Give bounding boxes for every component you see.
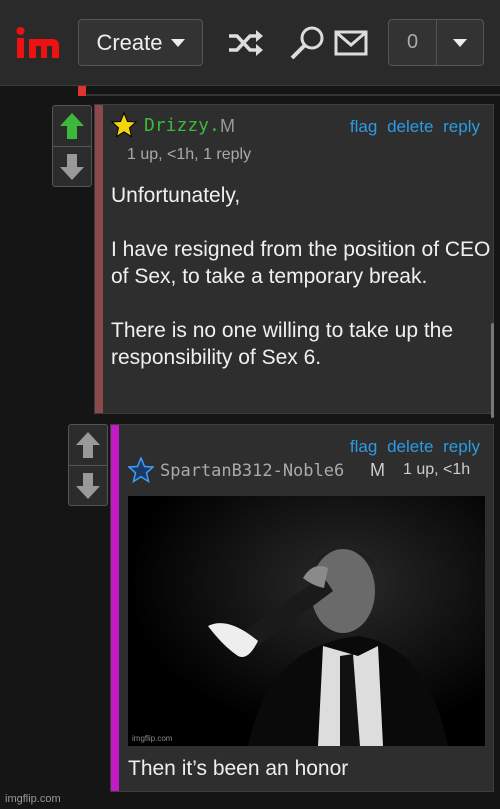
user-gender: M (220, 116, 235, 136)
reply-link[interactable]: reply (443, 437, 480, 456)
comment-meta: 1 up, <1h, 1 reply (127, 146, 252, 163)
comment-paragraph: There is no one willing to take up the r… (111, 319, 454, 369)
image-caption: Then it’s been an honor (128, 757, 349, 780)
arrow-down-icon (60, 153, 84, 180)
mail-icon[interactable] (332, 24, 372, 62)
meme-image[interactable]: imgflip.com (128, 496, 485, 746)
comment-paragraph: Unfortunately, (111, 184, 241, 207)
downvote-button[interactable] (53, 146, 91, 186)
search-icon[interactable] (288, 24, 328, 62)
upvote-button[interactable] (53, 106, 91, 146)
chevron-down-icon[interactable] (437, 20, 483, 65)
notifications-dropdown[interactable]: 0 (388, 19, 484, 66)
star-icon (111, 112, 137, 138)
comment-body: Unfortunately, I have resigned from the … (111, 182, 491, 398)
comment-actions: flag delete reply (345, 437, 480, 457)
arrow-up-icon (60, 113, 84, 139)
arrow-down-icon (76, 472, 100, 499)
flag-link[interactable]: flag (350, 117, 377, 136)
downvote-button[interactable] (69, 465, 107, 505)
comment-paragraph: I have resigned from the position of CEO… (111, 238, 491, 288)
comment-meta: 1 up, <1h (403, 461, 471, 478)
delete-link[interactable]: delete (387, 117, 433, 136)
notifications-count: 0 (389, 20, 437, 65)
delete-link[interactable]: delete (387, 437, 433, 456)
create-button[interactable]: Create (78, 19, 203, 66)
comment-stripe (95, 105, 103, 413)
previous-comment-stripe (78, 86, 86, 96)
chevron-down-icon (170, 38, 185, 47)
star-outline-icon (128, 457, 154, 483)
comment-username[interactable]: Drizzy. (144, 115, 220, 136)
scrollbar-thumb[interactable] (491, 323, 494, 418)
user-gender: M (370, 460, 385, 480)
vote-box (68, 424, 108, 506)
divider (86, 94, 500, 96)
imgflip-logo[interactable] (14, 22, 64, 62)
flag-link[interactable]: flag (350, 437, 377, 456)
reply-link[interactable]: reply (443, 117, 480, 136)
vote-box (52, 105, 92, 187)
comment-username[interactable]: SpartanB312-Noble6 (160, 461, 344, 481)
comment-stripe (111, 425, 119, 791)
top-nav-bar: Create 0 (0, 0, 500, 86)
site-watermark: imgflip.com (5, 793, 61, 805)
create-label: Create (96, 29, 163, 55)
comment-actions: flag delete reply (345, 117, 480, 137)
upvote-button[interactable] (69, 425, 107, 465)
image-watermark: imgflip.com (132, 734, 173, 743)
saluting-man-photo (128, 496, 485, 746)
arrow-up-icon (76, 432, 100, 458)
shuffle-icon[interactable] (226, 24, 266, 62)
